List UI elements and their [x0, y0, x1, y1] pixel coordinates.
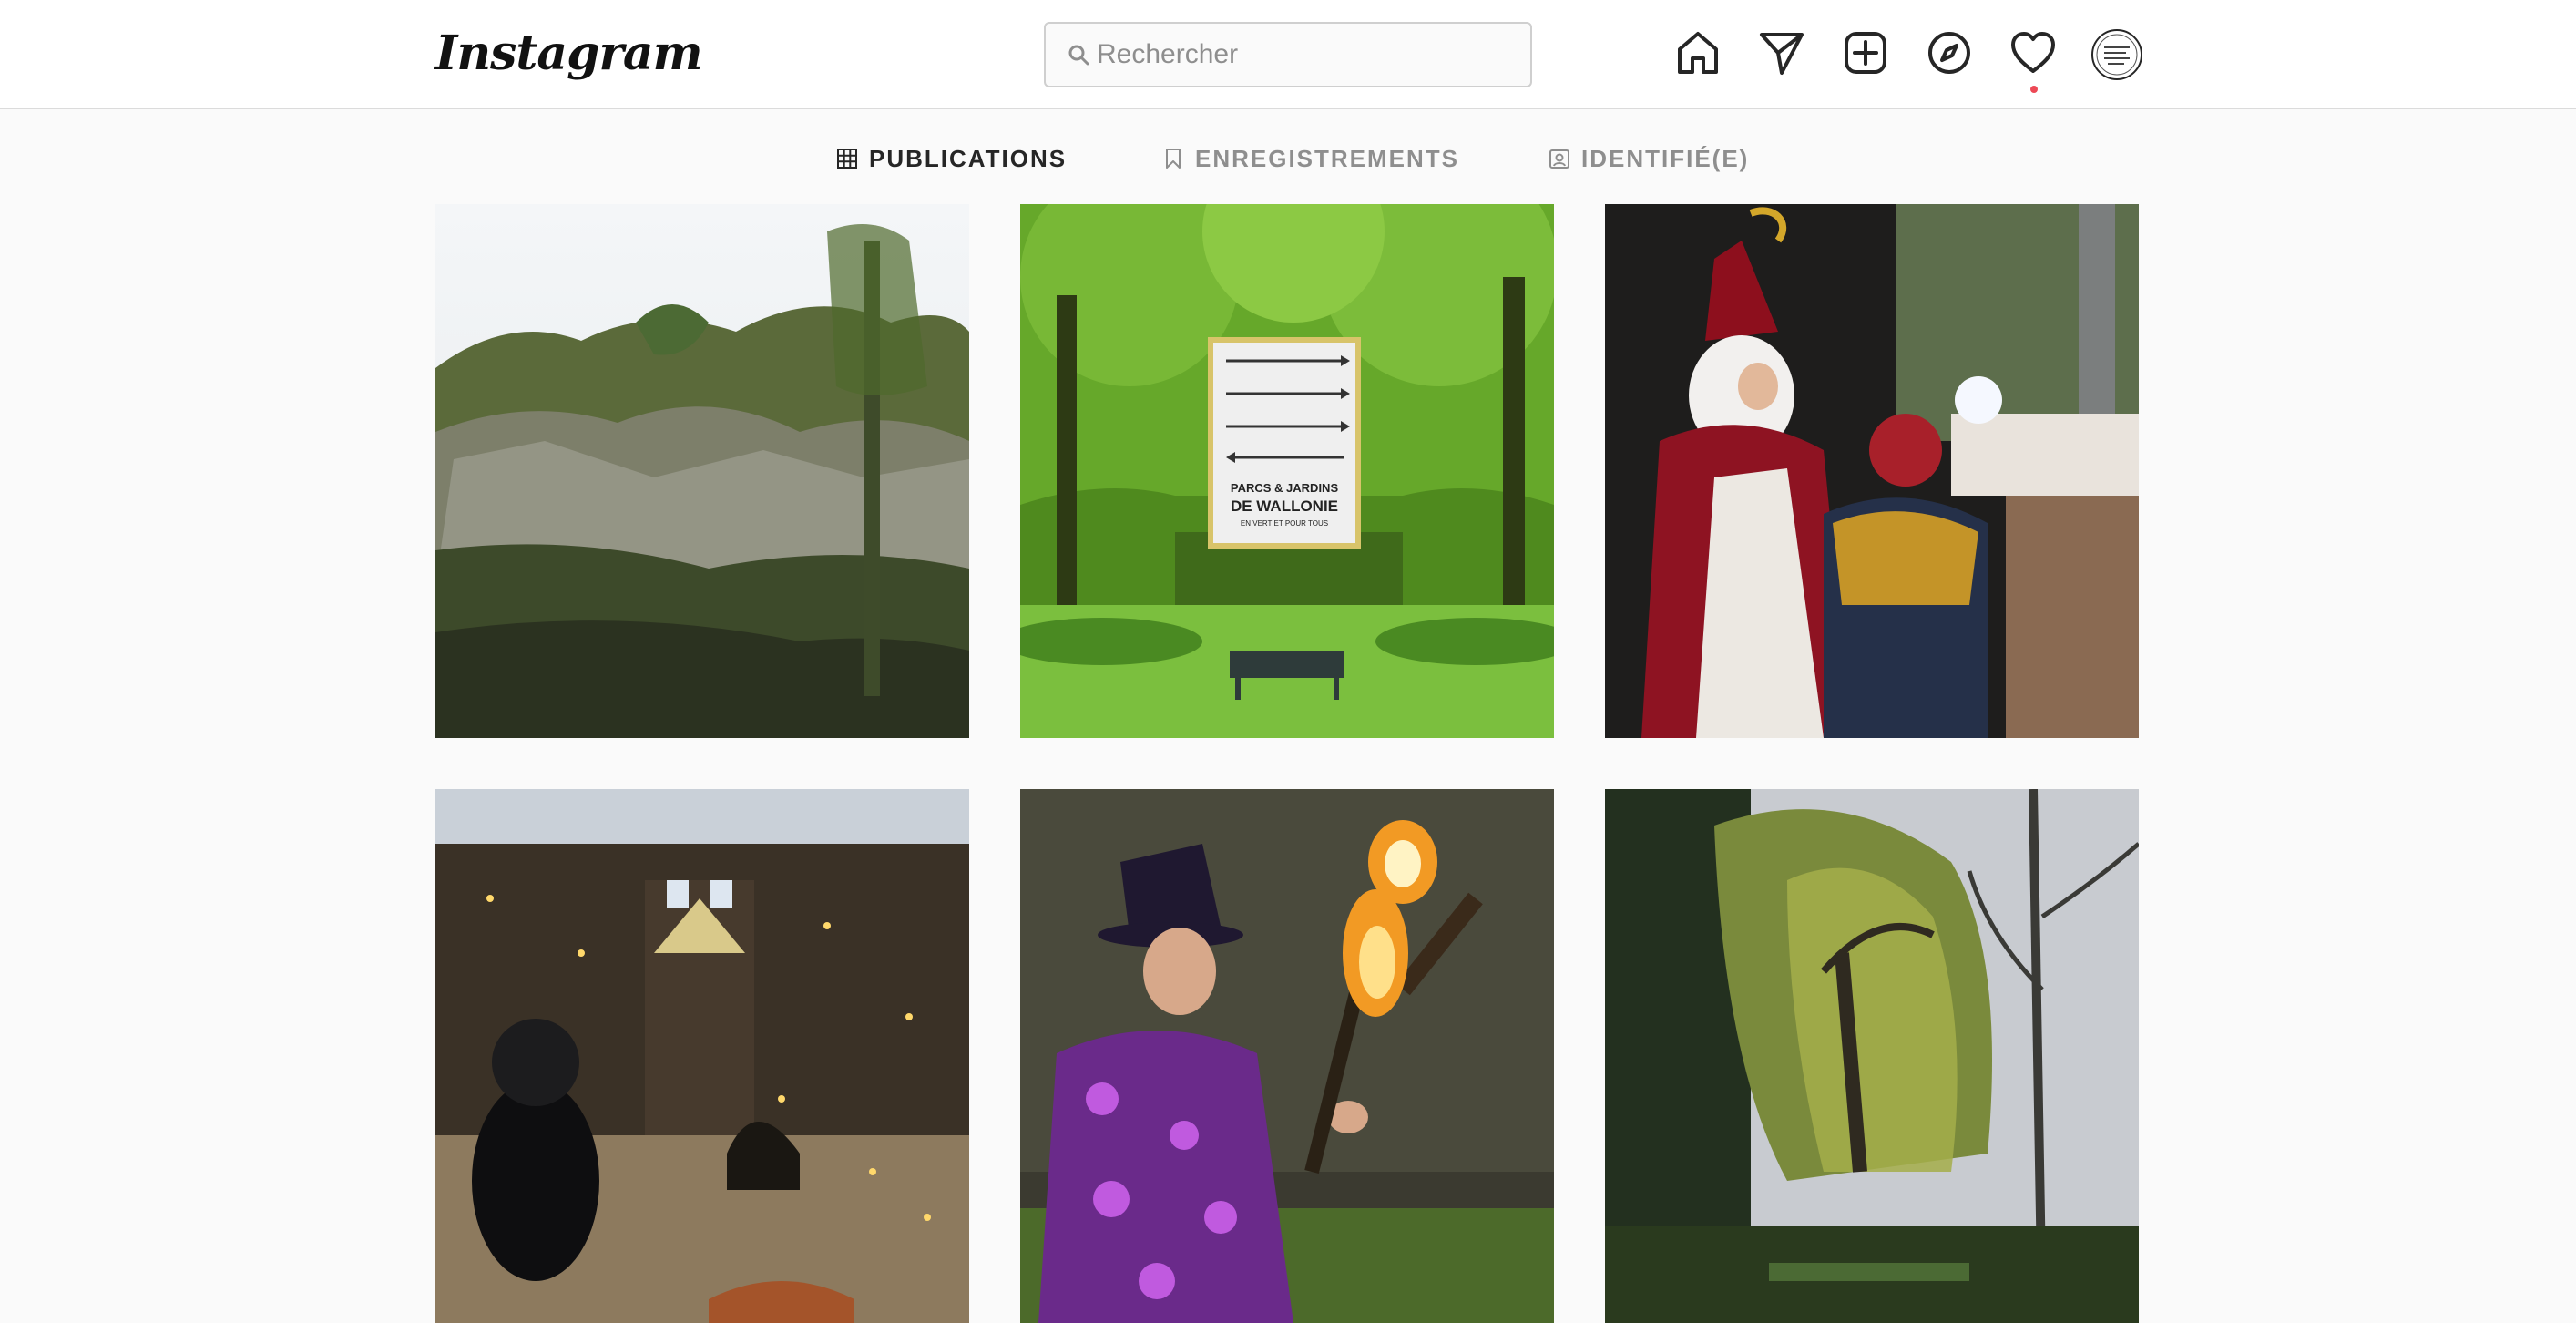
tab-label: PUBLICATIONS	[869, 144, 1068, 172]
grid-icon	[836, 148, 858, 169]
tab-label: IDENTIFIÉ(E)	[1581, 144, 1750, 172]
post-thumbnail[interactable]	[435, 789, 969, 1323]
sign-text-line: PARCS & JARDINS	[1231, 481, 1339, 495]
post-image: PARCS & JARDINS DE WALLONIE EN VERT ET P…	[1020, 204, 1554, 738]
notification-dot	[2030, 86, 2038, 93]
search-box[interactable]	[1044, 22, 1532, 87]
post-image	[1605, 789, 2139, 1323]
post-thumbnail[interactable]: PARCS & JARDINS DE WALLONIE EN VERT ET P…	[1020, 204, 1554, 738]
post-thumbnail[interactable]	[435, 204, 969, 738]
post-thumbnail[interactable]	[1605, 789, 2139, 1323]
post-image	[1605, 204, 2139, 738]
explore-icon[interactable]	[1924, 27, 1975, 78]
search-input[interactable]	[1095, 33, 1514, 77]
post-thumbnail[interactable]	[1020, 789, 1554, 1323]
direct-message-icon[interactable]	[1756, 27, 1807, 78]
post-thumbnail[interactable]	[1605, 204, 2139, 738]
tab-publications[interactable]: PUBLICATIONS	[836, 144, 1067, 173]
sign-text-line: DE WALLONIE	[1231, 497, 1338, 515]
top-navigation-bar: Instagram	[0, 0, 2576, 109]
tagged-icon	[1549, 148, 1570, 169]
profile-avatar[interactable]	[2091, 29, 2142, 80]
sign-text-line: EN VERT ET POUR TOUS	[1241, 519, 1328, 528]
new-post-icon[interactable]	[1840, 27, 1891, 78]
instagram-logo[interactable]: Instagram	[435, 26, 703, 81]
search-icon	[1068, 44, 1091, 67]
post-image	[435, 789, 969, 1323]
profile-tabs: PUBLICATIONS ENREGISTREMENTS IDENTIFIÉ(E…	[0, 109, 2576, 204]
tab-enregistrements[interactable]: ENREGISTREMENTS	[1162, 144, 1459, 173]
post-image	[1020, 789, 1554, 1323]
tab-identifie[interactable]: IDENTIFIÉ(E)	[1549, 144, 1749, 173]
tab-label: ENREGISTREMENTS	[1195, 144, 1460, 172]
activity-heart-icon[interactable]	[2008, 27, 2059, 78]
home-icon[interactable]	[1672, 27, 1723, 78]
post-image	[435, 204, 969, 738]
bookmark-icon	[1162, 148, 1184, 169]
